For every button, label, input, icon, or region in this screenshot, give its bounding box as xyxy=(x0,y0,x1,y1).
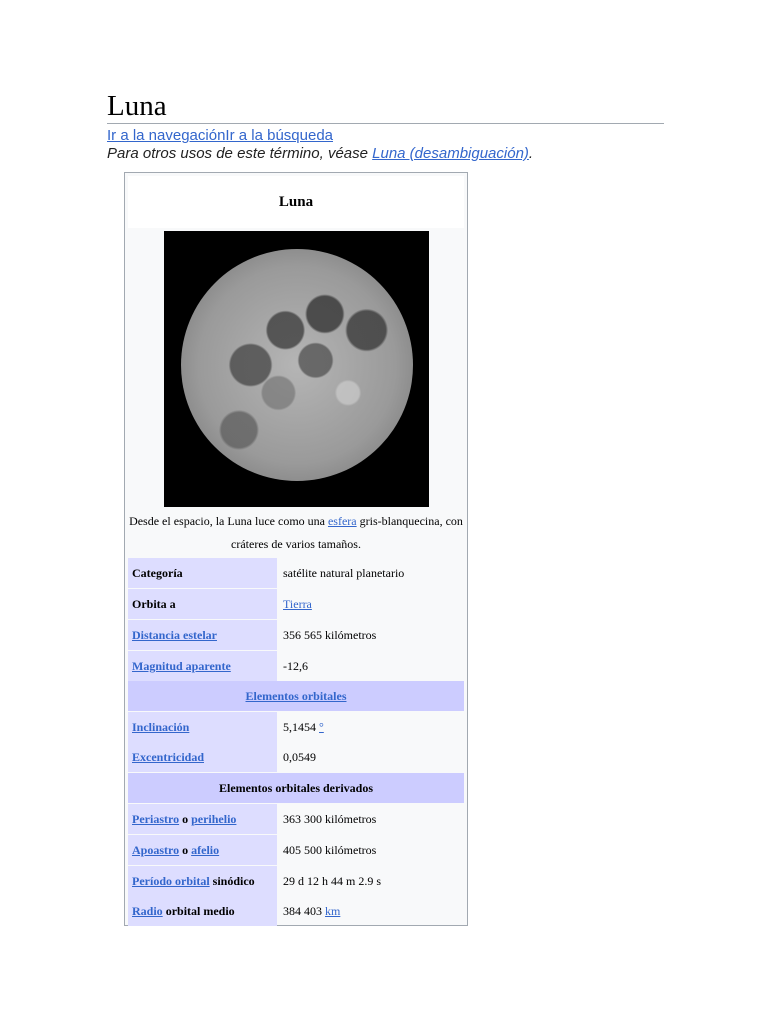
jump-to-search-link[interactable]: Ir a la búsqueda xyxy=(225,127,333,144)
magnitud-aparente-link[interactable]: Magnitud aparente xyxy=(132,659,231,673)
radio-link[interactable]: Radio xyxy=(132,904,163,918)
row-value-cell: 5,1454 ° xyxy=(279,712,464,742)
row-label-cell: Periastro o perihelio xyxy=(128,804,277,834)
caption-text: Desde el espacio, la Luna luce como una xyxy=(129,514,328,528)
row-value: 29 d 12 h 44 m 2.9 s xyxy=(283,874,382,888)
apoastro-link[interactable]: Apoastro xyxy=(132,843,179,857)
infobox-row-periodo: Período orbital sinódico 29 d 12 h 44 m … xyxy=(128,866,464,896)
title-divider xyxy=(107,123,664,124)
infobox-row-periastro: Periastro o perihelio 363 300 kilómetros xyxy=(128,804,464,834)
infobox: Luna Desde el espacio, la Luna luce como… xyxy=(124,172,468,926)
row-label-cell: Período orbital sinódico xyxy=(128,866,277,896)
infobox-row-categoria: Categoría satélite natural planetario xyxy=(128,558,464,588)
row-value: 5,1454 xyxy=(283,720,319,734)
label-suffix: sinódico xyxy=(209,874,255,888)
hatnote-text: Para otros usos de este término, véase xyxy=(107,145,373,162)
afelio-link[interactable]: afelio xyxy=(191,843,219,857)
label-connector: o xyxy=(179,843,192,857)
inclinacion-link[interactable]: Inclinación xyxy=(132,720,189,734)
label-suffix: orbital medio xyxy=(162,904,235,918)
row-label: Categoría xyxy=(128,558,277,588)
hatnote: Para otros usos de este término, véase L… xyxy=(107,145,533,163)
row-value-cell: Tierra xyxy=(279,589,464,619)
degree-link[interactable]: ° xyxy=(319,720,324,734)
infobox-row-distancia: Distancia estelar 356 565 kilómetros xyxy=(128,620,464,650)
row-value: 363 300 kilómetros xyxy=(283,812,377,826)
row-value: 384 403 xyxy=(283,904,325,918)
tierra-link[interactable]: Tierra xyxy=(283,597,312,611)
row-label-cell: Inclinación xyxy=(128,712,277,742)
moon-image[interactable] xyxy=(164,231,429,507)
row-label-cell: Radio orbital medio xyxy=(128,896,277,926)
infobox-row-apoastro: Apoastro o afelio 405 500 kilómetros xyxy=(128,835,464,865)
row-label-cell: Apoastro o afelio xyxy=(128,835,277,865)
row-value: 405 500 kilómetros xyxy=(283,843,377,857)
page-title: Luna xyxy=(107,90,167,122)
row-value-cell: 384 403 km xyxy=(279,896,464,926)
periastro-link[interactable]: Periastro xyxy=(132,812,179,826)
excentricidad-link[interactable]: Excentricidad xyxy=(132,750,204,764)
periodo-orbital-link[interactable]: Período orbital xyxy=(132,874,210,888)
row-label-cell: Magnitud aparente xyxy=(128,651,277,681)
elementos-orbitales-link[interactable]: Elementos orbitales xyxy=(246,689,347,703)
infobox-row-magnitud: Magnitud aparente -12,6 xyxy=(128,651,464,681)
jump-links: Ir a la navegaciónIr a la búsqueda xyxy=(107,127,333,145)
hatnote-period: . xyxy=(528,145,534,162)
disambiguation-link[interactable]: Luna (desambiguación) xyxy=(372,145,529,162)
row-label: Orbita a xyxy=(128,589,277,619)
km-link[interactable]: km xyxy=(325,904,340,918)
row-value: -12,6 xyxy=(283,659,308,673)
moon-disc xyxy=(181,249,413,481)
infobox-row-radio: Radio orbital medio 384 403 km xyxy=(128,896,464,926)
section-header-derivados: Elementos orbitales derivados xyxy=(128,773,464,803)
row-value: 0,0549 xyxy=(283,750,316,764)
perihelio-link[interactable]: perihelio xyxy=(191,812,236,826)
distancia-estelar-link[interactable]: Distancia estelar xyxy=(132,628,217,642)
row-label-cell: Excentricidad xyxy=(128,742,277,772)
infobox-row-inclinacion: Inclinación 5,1454 ° xyxy=(128,712,464,742)
infobox-row-excentricidad: Excentricidad 0,0549 xyxy=(128,742,464,772)
section-header-orbitales: Elementos orbitales xyxy=(128,681,464,711)
jump-to-navigation-link[interactable]: Ir a la navegación xyxy=(107,127,225,144)
row-label-cell: Distancia estelar xyxy=(128,620,277,650)
image-caption: Desde el espacio, la Luna luce como una … xyxy=(128,510,464,556)
row-value: satélite natural planetario xyxy=(283,566,405,580)
row-value: 356 565 kilómetros xyxy=(283,628,377,642)
label-connector: o xyxy=(179,812,192,826)
esfera-link[interactable]: esfera xyxy=(328,514,357,528)
infobox-row-orbita: Orbita a Tierra xyxy=(128,589,464,619)
infobox-title: Luna xyxy=(128,176,464,228)
